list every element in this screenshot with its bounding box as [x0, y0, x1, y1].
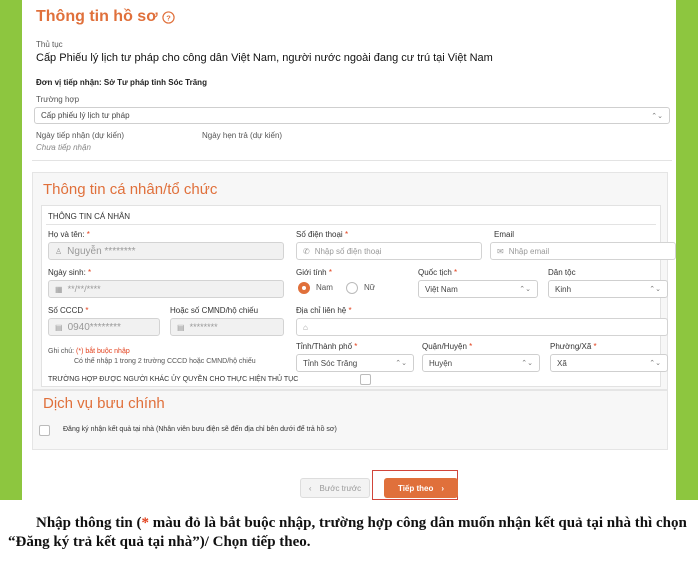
district-label: Quận/Huyện *: [422, 342, 473, 351]
case-select[interactable]: Cấp phiếu lý lịch tư pháp ⌃⌄: [34, 107, 670, 124]
email-input[interactable]: ✉ Nhập email: [490, 242, 676, 260]
chevron-left-icon: ‹: [308, 483, 312, 493]
case-label: Trường hợp: [36, 95, 80, 104]
select-chevron-icon: ⌃⌄: [395, 360, 407, 367]
cmnd-label: Hoặc số CMND/hộ chiếu: [170, 306, 259, 315]
province-select[interactable]: Tỉnh Sóc Trăng ⌃⌄: [296, 354, 414, 372]
home-delivery-checkbox[interactable]: [39, 425, 50, 436]
cccd-input[interactable]: ▤ 0940********: [48, 318, 160, 336]
province-label: Tỉnh/Thành phố *: [296, 342, 358, 351]
received-date-label: Ngày tiếp nhận (dự kiến): [36, 131, 125, 140]
section-title: Thông tin hồ sơ ?: [36, 8, 175, 26]
home-delivery-label: Đăng ký nhận kết quả tại nhà (Nhân viên …: [63, 426, 337, 433]
postal-heading: Dịch vụ bưu chính: [43, 395, 165, 412]
procedure-value: Cấp Phiếu lý lịch tư pháp cho công dân V…: [36, 52, 493, 64]
user-icon: ♙: [55, 246, 63, 256]
help-icon[interactable]: ?: [161, 10, 175, 24]
postal-card: Dịch vụ bưu chính Đăng ký nhận kết quả t…: [32, 390, 668, 450]
gender-label: Giới tính *: [296, 268, 332, 277]
dob-label: Ngày sinh: *: [48, 268, 92, 277]
select-chevron-icon: ⌃⌄: [651, 112, 663, 120]
procedure-label: Thủ tục: [36, 40, 63, 49]
home-icon: ⌂: [303, 322, 308, 332]
case-select-value: Cấp phiếu lý lịch tư pháp: [41, 111, 130, 120]
ethnic-select[interactable]: Kinh ⌃⌄: [548, 280, 668, 298]
select-chevron-icon: ⌃⌄: [649, 360, 661, 367]
mail-icon: ✉: [497, 246, 504, 256]
next-button[interactable]: Tiếp theo ›: [384, 478, 458, 498]
gender-female-label: Nữ: [364, 283, 376, 292]
divider: [46, 224, 656, 225]
authorized-checkbox[interactable]: [360, 374, 371, 385]
personal-card: Thông tin cá nhân/tổ chức THÔNG TIN CÁ N…: [32, 172, 676, 390]
cmnd-input[interactable]: ▤ ********: [170, 318, 284, 336]
note-line1: Ghi chú: (*) bắt buộc nhập: [48, 348, 130, 355]
phone-icon: ✆: [303, 246, 310, 256]
ethnic-label: Dân tộc: [548, 268, 576, 277]
divider: [32, 160, 672, 161]
ward-select[interactable]: Xã ⌃⌄: [550, 354, 668, 372]
id-card-icon: ▤: [177, 322, 185, 332]
ward-label: Phường/Xã *: [550, 342, 597, 351]
cccd-label: Số CCCD *: [48, 306, 89, 315]
note-line2: Có thể nhập 1 trong 2 trường CCCD hoặc C…: [74, 358, 256, 365]
chevron-right-icon: ›: [441, 483, 445, 493]
calendar-icon: ▦: [55, 284, 63, 294]
svg-text:?: ?: [166, 13, 171, 22]
nationality-label: Quốc tịch *: [418, 268, 458, 277]
back-button[interactable]: ‹ Bước trước: [300, 478, 370, 498]
address-input[interactable]: ⌂: [296, 318, 668, 336]
authorized-label: TRƯỜNG HỢP ĐƯỢC NGƯỜI KHÁC ỦY QUYỀN CHO …: [48, 376, 299, 383]
address-label: Địa chỉ liên hệ *: [296, 306, 352, 315]
nationality-select[interactable]: Việt Nam ⌃⌄: [418, 280, 538, 298]
phone-input[interactable]: ✆ Nhập số điện thoại: [296, 242, 482, 260]
receiver-text: Đơn vị tiếp nhận: Sở Tư pháp tỉnh Sóc Tr…: [36, 78, 207, 87]
received-date-value: Chưa tiếp nhận: [36, 143, 91, 152]
personal-inner-panel: THÔNG TIN CÁ NHÂN Họ và tên: * ♙ Nguyễn *…: [41, 205, 676, 387]
select-chevron-icon: ⌃⌄: [519, 286, 531, 293]
name-label: Họ và tên: *: [48, 230, 90, 239]
gender-male-radio[interactable]: [298, 282, 310, 294]
application-form: Thông tin hồ sơ ? Thủ tục Cấp Phiếu lý l…: [22, 0, 676, 500]
return-date-label: Ngày hẹn trả (dự kiến): [202, 131, 283, 140]
dob-input[interactable]: ▦ **/**/****: [48, 280, 284, 298]
gender-female-radio[interactable]: [346, 282, 358, 294]
personal-subheading: THÔNG TIN CÁ NHÂN: [48, 212, 131, 221]
gender-male-label: Nam: [316, 283, 333, 292]
district-select[interactable]: Huyện ⌃⌄: [422, 354, 540, 372]
name-input[interactable]: ♙ Nguyễn ********: [48, 242, 284, 260]
id-card-icon: ▤: [55, 322, 63, 332]
personal-heading: Thông tin cá nhân/tổ chức: [43, 181, 218, 198]
select-chevron-icon: ⌃⌄: [649, 286, 661, 293]
phone-label: Số điện thoại *: [296, 230, 349, 239]
email-label: Email: [494, 230, 515, 239]
select-chevron-icon: ⌃⌄: [521, 360, 533, 367]
instruction-caption: Nhập thông tin (* màu đỏ là bắt buộc nhậ…: [8, 515, 687, 550]
